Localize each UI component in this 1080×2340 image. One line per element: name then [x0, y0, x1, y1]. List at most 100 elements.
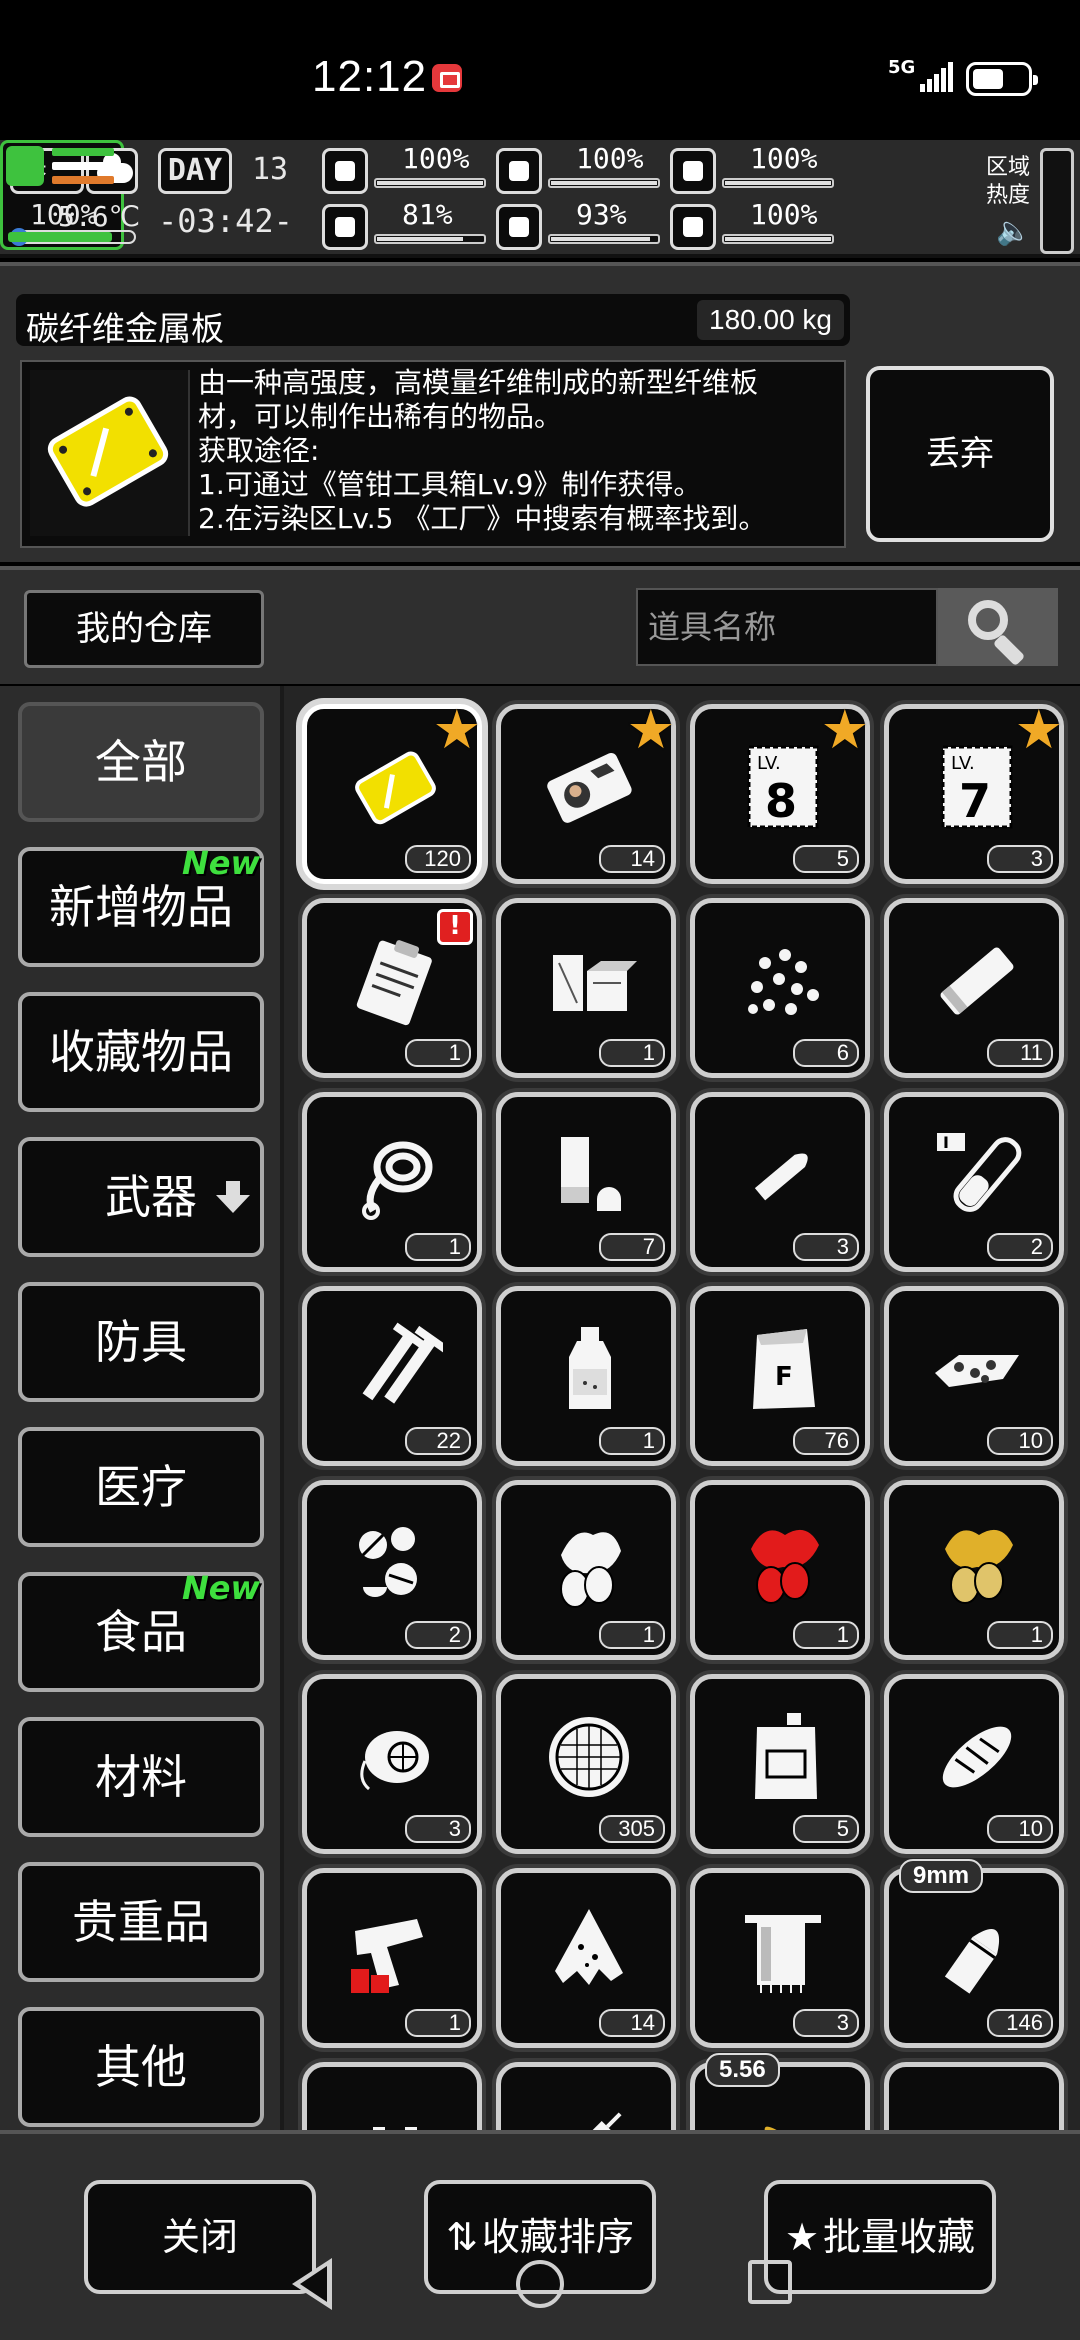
bullet-556-icon — [735, 2097, 831, 2130]
inventory-slot[interactable]: 14 — [496, 1868, 676, 2048]
inventory-slot[interactable]: 3 — [690, 1868, 870, 2048]
inventory-slot[interactable]: 10 — [884, 1286, 1064, 1466]
battery-status-icon — [670, 148, 716, 194]
inventory-slot[interactable]: 10 — [884, 1674, 1064, 1854]
area-heat-label-line1: 区域 — [986, 155, 1031, 180]
carbon-plate-icon — [30, 370, 190, 536]
nav-back-icon[interactable] — [292, 2258, 332, 2310]
inventory-slot[interactable]: 22 — [302, 1286, 482, 1466]
stomach-icon — [496, 148, 542, 194]
inventory-slot[interactable]: 305 — [496, 1674, 676, 1854]
item-count-badge: 11 — [987, 1039, 1053, 1067]
category-tab[interactable]: 防具 — [18, 1282, 264, 1402]
batch-favorite-button[interactable]: ★ 批量收藏 — [764, 2180, 996, 2294]
inventory-slot[interactable]: 11 — [884, 898, 1064, 1078]
inventory-slot[interactable]: 2 — [302, 1480, 482, 1660]
metal-bar-icon — [929, 933, 1025, 1029]
water-drop-icon — [496, 204, 542, 250]
favorite-star-icon: ★ — [820, 698, 869, 761]
category-tab[interactable]: 其他 — [18, 2007, 264, 2127]
nav-recents-icon[interactable] — [748, 2260, 792, 2304]
svg-text:8: 8 — [765, 774, 797, 828]
category-tab[interactable]: 材料 — [18, 1717, 264, 1837]
caliber-badge: 5.56 — [705, 2053, 780, 2087]
speaker-icon[interactable]: 🔈 — [996, 214, 1031, 247]
close-button-label: 关闭 — [161, 2215, 238, 2259]
inventory-slot[interactable] — [884, 2062, 1064, 2130]
inventory-slot[interactable]: 1 — [302, 1092, 482, 1272]
stat-bar — [548, 234, 660, 244]
inventory-slot[interactable]: 3 — [690, 1092, 870, 1272]
clipboard-icon — [347, 933, 443, 1029]
blade-icon — [735, 1127, 831, 1223]
stat-bar — [722, 178, 834, 188]
search-button[interactable] — [938, 588, 1058, 667]
inventory-slot[interactable]: LV. 8 5 ★ — [690, 698, 870, 884]
notification-icon — [432, 64, 462, 92]
day-number: 13 — [252, 152, 289, 187]
category-tab[interactable]: 医疗 — [18, 1427, 264, 1547]
item-description-line: 材，可以制作出稀有的物品。 — [198, 400, 563, 433]
category-tab[interactable]: 全部 — [18, 702, 264, 822]
inventory-slot[interactable]: 1 — [496, 1480, 676, 1660]
inventory-grid: 120 ★ 14 ★ LV. 8 5 ★ LV. 7 3 ★ 1! 1 6 11 1 7 3 I 2 22 1 F 76 10 2 1… — [284, 686, 1080, 2130]
area-heat-label-line2: 热度 — [986, 183, 1031, 208]
jerry-can-icon — [735, 1709, 831, 1805]
inventory-slot[interactable]: 1 — [884, 1480, 1064, 1660]
inventory-slot[interactable]: 5 — [690, 1674, 870, 1854]
discard-button[interactable]: 丢弃 — [866, 366, 1054, 542]
area-heat-label: 区域 热度 — [986, 154, 1036, 210]
category-tab[interactable]: 收藏物品 — [18, 992, 264, 1112]
inventory-slot[interactable]: 3 — [302, 1674, 482, 1854]
inventory-slot[interactable]: 1 — [496, 898, 676, 1078]
inventory-slot[interactable]: 1! — [302, 898, 482, 1078]
survival-hud: 春 5.6℃ DAY 13 -03:42- 100%100%100%81%93%… — [0, 140, 1080, 258]
blueprint-lv8-icon: LV. 8 — [735, 739, 831, 835]
inventory-slot[interactable]: 120 ★ — [302, 703, 482, 884]
item-count-badge: 1 — [405, 1233, 471, 1261]
day-label: DAY — [158, 148, 232, 194]
item-count-badge: 5 — [793, 1815, 859, 1843]
category-sidebar: 全部新增物品 New 收藏物品武器防具医疗食品 New 材料贵重品其他 — [0, 686, 284, 2130]
item-count-badge: 2 — [987, 1233, 1053, 1261]
stat-value: 93% — [576, 198, 627, 231]
category-tab[interactable]: 新增物品 New — [18, 844, 264, 967]
inventory-slot[interactable]: LV. 7 3 ★ — [884, 698, 1064, 884]
item-count-badge: 14 — [599, 845, 665, 873]
wood-blocks-icon — [541, 933, 637, 1029]
inventory-slot[interactable]: 6 — [690, 898, 870, 1078]
category-tab[interactable]: 贵重品 — [18, 1862, 264, 1982]
nav-home-icon[interactable] — [516, 2260, 564, 2308]
svg-text:F: F — [775, 1362, 793, 1392]
item-name: 碳纤维金属板 — [26, 309, 224, 348]
item-count-badge: 305 — [599, 1815, 665, 1843]
close-button[interactable]: 关闭 — [84, 2180, 316, 2294]
category-tab[interactable]: 武器 — [18, 1137, 264, 1257]
inventory-slot[interactable]: I2 — [884, 1092, 1064, 1272]
inventory-slot[interactable]: F 76 — [690, 1286, 870, 1466]
inventory-slot[interactable] — [496, 2062, 676, 2130]
svg-text:LV.: LV. — [951, 753, 975, 774]
inventory-slot[interactable]: 14 ★ — [496, 698, 676, 884]
inventory-slot[interactable]: 7 — [496, 1092, 676, 1272]
inventory-slot[interactable]: 146 9mm — [884, 1859, 1064, 2048]
my-warehouse-tab[interactable]: 我的仓库 — [24, 590, 264, 668]
svg-text:LV.: LV. — [757, 753, 781, 774]
network-type: 5G — [888, 57, 916, 78]
item-count-badge: 1 — [599, 1621, 665, 1649]
inventory-slot[interactable]: 5.56 — [690, 2053, 870, 2130]
category-tab[interactable]: 食品 New — [18, 1569, 264, 1692]
inventory-slot[interactable]: 1 — [302, 1868, 482, 2048]
item-description-line: 获取途径: — [198, 434, 320, 467]
caliber-badge: 9mm — [899, 1859, 984, 1893]
inventory-slot[interactable]: 1 — [496, 1286, 676, 1466]
favorite-star-icon: ★ — [1014, 698, 1063, 761]
inventory-slot[interactable]: 1 — [690, 1480, 870, 1660]
item-search-input[interactable] — [636, 588, 938, 666]
favorite-star-icon: ★ — [626, 698, 675, 761]
item-count-badge: 76 — [793, 1427, 859, 1455]
pills-icon — [347, 1515, 443, 1611]
inventory-slot[interactable] — [302, 2062, 482, 2130]
alert-badge: ! — [437, 909, 473, 945]
item-count-badge: 1 — [599, 1039, 665, 1067]
